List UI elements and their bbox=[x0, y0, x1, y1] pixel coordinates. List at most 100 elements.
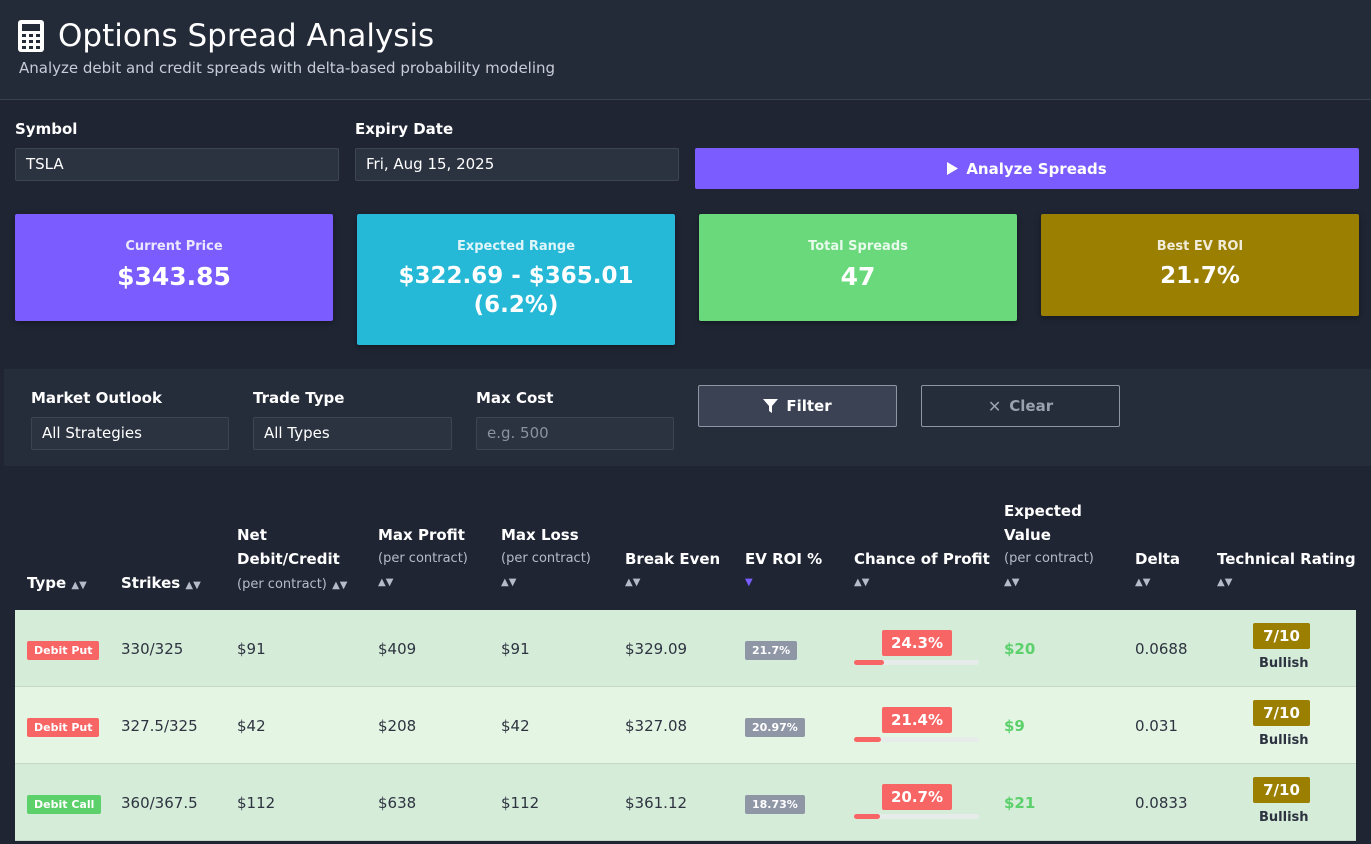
chance-progress-fill bbox=[854, 814, 880, 819]
stat-total-spreads: Total Spreads 47 bbox=[699, 214, 1017, 321]
clear-button-label: Clear bbox=[1009, 397, 1054, 415]
col-technical-rating[interactable]: Technical Rating ▲▼ bbox=[1217, 547, 1356, 595]
analyze-spreads-button[interactable]: Analyze Spreads bbox=[695, 148, 1359, 189]
chance-badge: 21.4% bbox=[882, 707, 952, 733]
sort-desc-icon: ▼ bbox=[745, 577, 753, 588]
type-badge: Debit Call bbox=[27, 795, 102, 814]
break-even-cell: $329.09 bbox=[625, 640, 688, 658]
break-even-cell: $361.12 bbox=[625, 794, 688, 812]
table-row[interactable]: Debit Call 360/367.5 $112 $638 $112 $361.12 18… bbox=[15, 764, 1356, 841]
ev-roi-badge: 21.7% bbox=[745, 641, 798, 660]
table-row[interactable]: Debit Put 330/325 $91 $409 $91 $329.09 21.7% 24… bbox=[15, 610, 1356, 687]
chance-badge: 20.7% bbox=[882, 784, 952, 810]
break-even-cell: $327.08 bbox=[625, 717, 688, 735]
page-title: Options Spread Analysis bbox=[58, 18, 435, 54]
strikes-cell: 330/325 bbox=[121, 640, 184, 658]
expected-value-cell: $20 bbox=[1004, 640, 1036, 658]
expected-value-cell: $21 bbox=[1004, 794, 1036, 812]
rating-label: Bullish bbox=[1259, 733, 1309, 748]
play-icon bbox=[947, 162, 959, 175]
col-ev-roi[interactable]: EV ROI % ▼ bbox=[745, 547, 822, 595]
sort-icon: ▲▼ bbox=[185, 580, 201, 591]
symbol-label: Symbol bbox=[15, 120, 78, 138]
rating-label: Bullish bbox=[1259, 656, 1309, 671]
table-row[interactable]: Debit Put 327.5/325 $42 $208 $42 $327.08 20.97… bbox=[15, 687, 1356, 764]
market-outlook-label: Market Outlook bbox=[31, 389, 162, 407]
sort-icon: ▲▼ bbox=[854, 577, 870, 588]
rating-badge: 7/10 bbox=[1253, 777, 1310, 803]
rating-badge: 7/10 bbox=[1253, 623, 1310, 649]
expiry-label: Expiry Date bbox=[355, 120, 454, 138]
chance-progress-bar bbox=[854, 814, 979, 819]
ev-roi-badge: 20.97% bbox=[745, 718, 805, 737]
max-profit-cell: $409 bbox=[378, 640, 417, 658]
page-subtitle: Analyze debit and credit spreads with de… bbox=[19, 59, 556, 77]
net-cell: $91 bbox=[237, 640, 266, 658]
col-type[interactable]: Type ▲▼ bbox=[27, 571, 87, 598]
chance-progress-fill bbox=[854, 660, 885, 665]
chance-progress-bar bbox=[854, 660, 979, 665]
sort-icon: ▲▼ bbox=[1217, 577, 1233, 588]
type-badge: Debit Put bbox=[27, 641, 100, 660]
max-profit-cell: $638 bbox=[378, 794, 417, 812]
stat-value: 21.7% bbox=[1160, 263, 1240, 289]
col-break-even[interactable]: Break Even ▲▼ bbox=[625, 547, 720, 595]
sort-icon: ▲▼ bbox=[1004, 577, 1020, 588]
col-max-loss[interactable]: Max Loss (per contract) ▲▼ bbox=[501, 523, 591, 595]
delta-cell: 0.0688 bbox=[1135, 640, 1188, 658]
expected-value-cell: $9 bbox=[1004, 717, 1025, 735]
stat-expected-range: Expected Range $322.69 - $365.01 (6.2%) bbox=[357, 214, 675, 345]
delta-cell: 0.0833 bbox=[1135, 794, 1188, 812]
page-header: Options Spread Analysis Analyze debit an… bbox=[0, 0, 1371, 100]
max-cost-input[interactable]: e.g. 500 bbox=[476, 417, 674, 450]
ev-roi-badge: 18.73% bbox=[745, 795, 805, 814]
sort-icon: ▲▼ bbox=[332, 580, 348, 591]
max-cost-label: Max Cost bbox=[476, 389, 554, 407]
net-cell: $42 bbox=[237, 717, 266, 735]
trade-type-label: Trade Type bbox=[253, 389, 345, 407]
col-max-profit[interactable]: Max Profit (per contract) ▲▼ bbox=[378, 523, 468, 595]
symbol-input[interactable]: TSLA bbox=[15, 148, 339, 181]
stat-label: Total Spreads bbox=[808, 239, 908, 254]
strikes-cell: 360/367.5 bbox=[121, 794, 198, 812]
max-loss-cell: $112 bbox=[501, 794, 540, 812]
expiry-date-input[interactable]: Fri, Aug 15, 2025 bbox=[355, 148, 679, 181]
filter-icon bbox=[763, 399, 779, 413]
stat-label: Expected Range bbox=[456, 239, 576, 254]
net-cell: $112 bbox=[237, 794, 276, 812]
sort-icon: ▲▼ bbox=[1135, 577, 1151, 588]
rating-badge: 7/10 bbox=[1253, 700, 1310, 726]
delta-cell: 0.031 bbox=[1135, 717, 1178, 735]
analyze-spreads-label: Analyze Spreads bbox=[966, 159, 1107, 178]
max-loss-cell: $91 bbox=[501, 640, 530, 658]
stat-best-ev-roi: Best EV ROI 21.7% bbox=[1041, 214, 1359, 316]
stat-value: 47 bbox=[840, 262, 876, 291]
sort-icon: ▲▼ bbox=[71, 580, 87, 591]
stat-value: $343.85 bbox=[117, 262, 231, 291]
chance-badge: 24.3% bbox=[882, 630, 952, 656]
sort-icon: ▲▼ bbox=[625, 577, 641, 588]
stat-current-price: Current Price $343.85 bbox=[15, 214, 333, 321]
col-chance-of-profit[interactable]: Chance of Profit ▲▼ bbox=[854, 547, 990, 595]
filter-button[interactable]: Filter bbox=[698, 385, 897, 427]
col-expected-value[interactable]: Expected Value (per contract) ▲▼ bbox=[1004, 499, 1094, 595]
chance-progress-fill bbox=[854, 737, 881, 742]
type-badge: Debit Put bbox=[27, 718, 100, 737]
stat-label: Best EV ROI bbox=[1156, 239, 1244, 254]
sort-icon: ▲▼ bbox=[378, 577, 394, 588]
rating-label: Bullish bbox=[1259, 810, 1309, 825]
col-net-debit-credit[interactable]: Net Debit/Credit (per contract) ▲▼ bbox=[237, 523, 348, 598]
chance-progress-bar bbox=[854, 737, 979, 742]
calculator-icon bbox=[18, 20, 44, 52]
market-outlook-select[interactable]: All Strategies bbox=[31, 417, 229, 450]
stat-label: Current Price bbox=[125, 239, 223, 254]
max-profit-cell: $208 bbox=[378, 717, 417, 735]
col-delta[interactable]: Delta ▲▼ bbox=[1135, 547, 1180, 595]
close-icon: ✕ bbox=[987, 396, 1002, 416]
trade-type-select[interactable]: All Types bbox=[253, 417, 452, 450]
filter-button-label: Filter bbox=[786, 397, 832, 415]
max-loss-cell: $42 bbox=[501, 717, 530, 735]
col-strikes[interactable]: Strikes ▲▼ bbox=[121, 571, 201, 598]
clear-button[interactable]: ✕ Clear bbox=[921, 385, 1120, 427]
stat-value: $322.69 - $365.01 (6.2%) bbox=[398, 263, 634, 318]
